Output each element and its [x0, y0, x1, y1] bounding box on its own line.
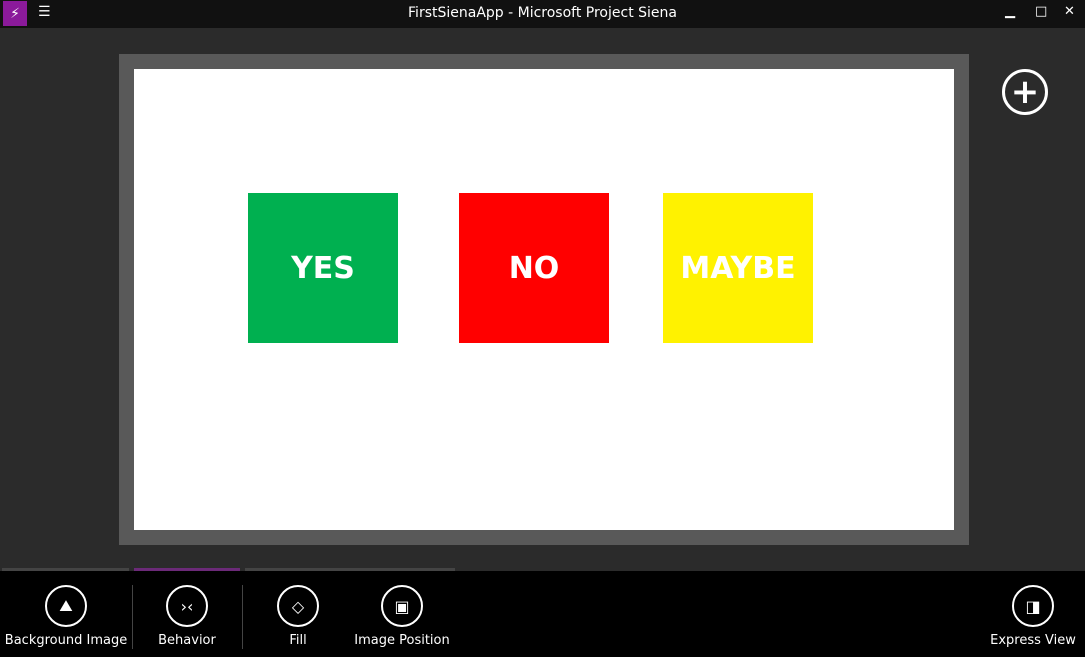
yes-tile[interactable]: YES [248, 193, 398, 343]
divider [132, 585, 133, 649]
screen-frame: YES NO MAYBE [119, 54, 969, 545]
add-screen-button[interactable]: + [1002, 69, 1048, 115]
window-title: FirstSienaApp - Microsoft Project Siena [408, 5, 677, 21]
bottom-toolbar: ⛰ Background Image ›‹ Behavior ◇ Fill ▣ Imag… [0, 571, 1085, 657]
image-position-button[interactable]: ▣ Image Position [350, 585, 454, 648]
label: Fill [289, 633, 307, 648]
label: Behavior [158, 633, 216, 648]
label: Image Position [354, 633, 450, 648]
fill-button[interactable]: ◇ Fill [268, 585, 328, 648]
label: Express View [990, 633, 1076, 648]
label: Background Image [4, 633, 128, 648]
close-button[interactable]: ✕ [1064, 4, 1075, 19]
behavior-icon: ›‹ [166, 585, 208, 627]
express-view-icon: ◨ [1012, 585, 1054, 627]
background-image-button[interactable]: ⛰ Background Image [4, 585, 128, 648]
paint-bucket-icon: ◇ [277, 585, 319, 627]
divider [242, 585, 243, 649]
behavior-button[interactable]: ›‹ Behavior [148, 585, 226, 648]
maybe-tile[interactable]: MAYBE [663, 193, 813, 343]
title-bar: ⚡ ☰ FirstSienaApp - Microsoft Project Si… [0, 0, 1085, 28]
minimize-button[interactable]: ▁ [1005, 4, 1015, 19]
no-tile[interactable]: NO [459, 193, 609, 343]
app-canvas[interactable]: YES NO MAYBE [134, 69, 954, 530]
maximize-button[interactable]: □ [1035, 4, 1047, 19]
mountain-image-icon: ⛰ [45, 585, 87, 627]
express-view-button[interactable]: ◨ Express View [988, 585, 1078, 648]
image-position-icon: ▣ [381, 585, 423, 627]
